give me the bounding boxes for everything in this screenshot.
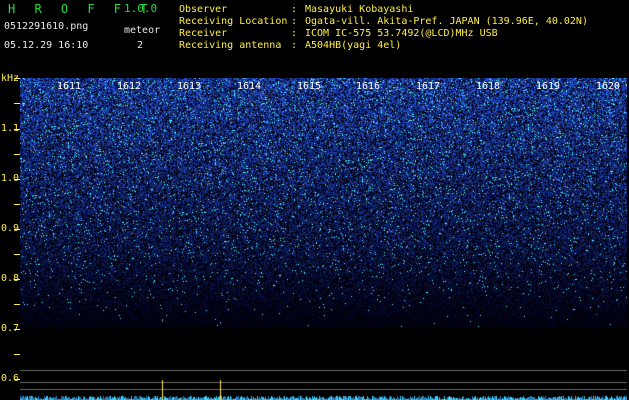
observer-label: Observer [179, 4, 228, 15]
time-label: 1615 [297, 81, 322, 92]
y-tick-mark [14, 379, 20, 380]
receiver-value: ICOM IC-575 53.7492(@LCD)MHz USB [305, 28, 498, 39]
y-tick-mark [14, 254, 20, 255]
time-label: 1618 [476, 81, 501, 92]
app-version: 1.0.0 [124, 2, 158, 15]
y-tick-mark [14, 179, 20, 180]
observer-separator: : [291, 4, 298, 15]
observer-value: Masayuki Kobayashi [305, 4, 414, 15]
datetime-label: 05.12.29 16:10 [4, 40, 89, 51]
time-label: 1611 [57, 81, 82, 92]
mode-label: meteor [124, 25, 161, 36]
receiver-separator: : [291, 28, 298, 39]
time-label: 1613 [177, 81, 202, 92]
time-label: 1620 [596, 81, 621, 92]
y-tick-mark [14, 154, 20, 155]
y-tick-mark [14, 129, 20, 130]
meteor-count: 2 [137, 40, 144, 51]
y-tick-mark [14, 354, 20, 355]
y-tick-mark [14, 229, 20, 230]
time-label: 1616 [356, 81, 381, 92]
antenna-label: Receiving antenna [179, 40, 282, 51]
time-label: 1619 [536, 81, 561, 92]
spectrogram-canvas [20, 78, 627, 400]
filename-label: 0512291610.png [4, 21, 89, 32]
y-tick-mark [14, 78, 20, 79]
antenna-separator: : [291, 40, 298, 51]
location-label: Receiving Location [179, 16, 288, 27]
y-tick-mark [14, 204, 20, 205]
y-tick-mark [14, 103, 20, 104]
time-label: 1614 [237, 81, 262, 92]
location-separator: : [291, 16, 298, 27]
antenna-value: A504HB(yagi 4el) [305, 40, 402, 51]
y-axis-unit: kHz [1, 73, 20, 84]
y-tick-mark [14, 329, 20, 330]
time-label: 1612 [117, 81, 142, 92]
y-tick-mark [14, 304, 20, 305]
time-label: 1617 [416, 81, 441, 92]
y-tick-mark [14, 279, 20, 280]
location-value: Ogata-vill. Akita-Pref. JAPAN (139.96E, … [305, 16, 588, 27]
receiver-label: Receiver [179, 28, 228, 39]
